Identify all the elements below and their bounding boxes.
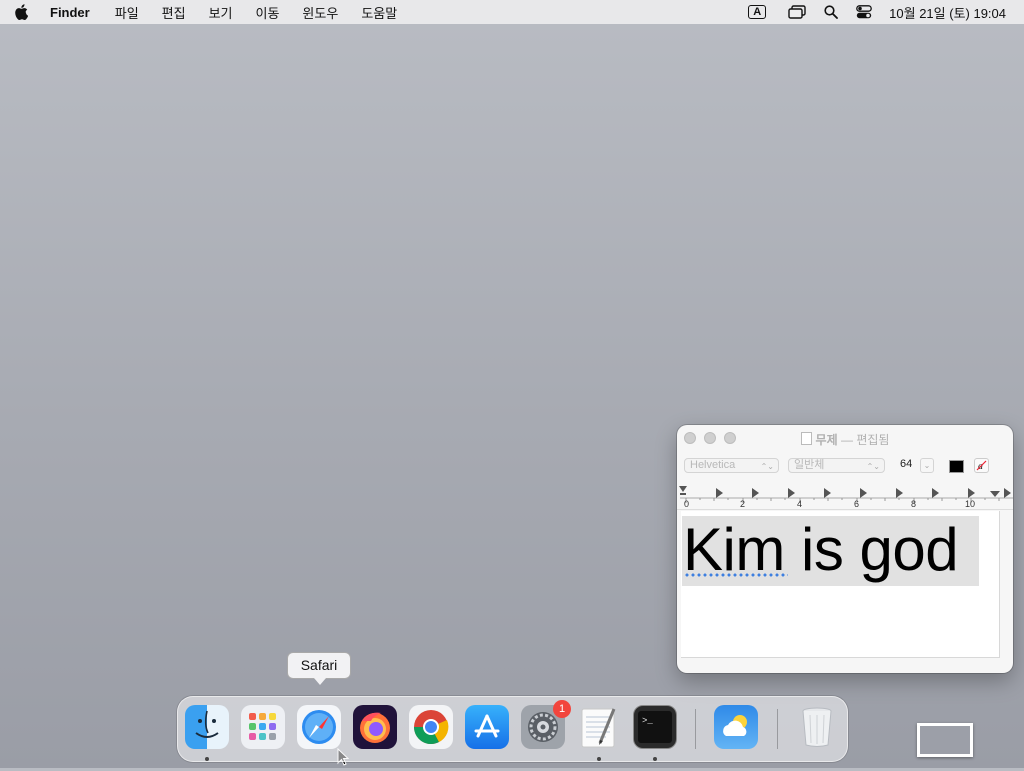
dock: 1 >_ bbox=[177, 696, 848, 762]
menu-file[interactable]: 파일 bbox=[115, 3, 139, 22]
dock-safari-icon[interactable] bbox=[297, 705, 341, 749]
running-indicator bbox=[653, 757, 657, 761]
dock-separator bbox=[777, 709, 778, 749]
ruler-label: 10 bbox=[965, 499, 976, 509]
textedit-window: 무제 — 편집됨 Helvetica⌃⌄ 일반체⌃⌄ 64 ⌄ a bbox=[677, 425, 1013, 673]
dock-trash-icon[interactable] bbox=[795, 705, 839, 749]
ruler-label: 4 bbox=[797, 499, 803, 509]
document-icon bbox=[800, 432, 812, 445]
running-indicator bbox=[205, 757, 209, 761]
dock-finder-icon[interactable] bbox=[185, 705, 229, 749]
ruler-label: 6 bbox=[854, 499, 860, 509]
ruler[interactable]: 0 2 4 6 8 10 bbox=[677, 479, 1013, 510]
window-title: 무제 — 편집됨 bbox=[677, 431, 1013, 448]
svg-text:>_: >_ bbox=[642, 716, 653, 726]
spotlight-search-icon[interactable] bbox=[824, 0, 839, 24]
dock-separator bbox=[695, 709, 696, 749]
screenshot-thumbnail[interactable] bbox=[917, 723, 973, 757]
spelling-underline bbox=[684, 573, 788, 577]
dock-textedit-icon[interactable] bbox=[577, 705, 621, 749]
dock-weather-icon[interactable] bbox=[714, 705, 758, 749]
background-color-button[interactable]: a bbox=[974, 458, 989, 473]
menu-edit[interactable]: 편집 bbox=[162, 3, 186, 22]
screen-mirroring-icon[interactable] bbox=[788, 0, 806, 24]
dock-chrome-icon[interactable] bbox=[409, 705, 453, 749]
menu-bar: Finder 파일 편집 보기 이동 윈도우 도움말 A 10월 21일 (토)… bbox=[0, 0, 1024, 24]
font-size-dropdown-icon[interactable]: ⌄ bbox=[920, 458, 934, 473]
apple-menu-icon[interactable] bbox=[14, 4, 28, 20]
dock-app-store-icon[interactable] bbox=[465, 705, 509, 749]
ruler-label: 2 bbox=[740, 499, 746, 509]
font-size-field[interactable]: 64 bbox=[900, 458, 912, 470]
document-text[interactable]: Kim is god bbox=[683, 511, 959, 589]
dock-terminal-icon[interactable]: >_ bbox=[633, 705, 677, 749]
menu-clock[interactable]: 10월 21일 (토) 19:04 bbox=[889, 3, 1006, 22]
dock-tooltip: Safari bbox=[287, 652, 351, 685]
menu-help[interactable]: 도움말 bbox=[361, 3, 397, 22]
dock-firefox-icon[interactable] bbox=[353, 705, 397, 749]
ruler-label: 0 bbox=[684, 499, 690, 509]
menu-app-name[interactable]: Finder bbox=[50, 5, 90, 20]
stepper-chevron-icon: ⌃⌄ bbox=[866, 462, 880, 471]
font-family-select[interactable]: Helvetica ⌃⌄ bbox=[684, 458, 779, 473]
menu-go[interactable]: 이동 bbox=[256, 3, 280, 22]
menu-window[interactable]: 윈도우 bbox=[302, 3, 338, 22]
running-indicator bbox=[597, 757, 601, 761]
dock-launchpad-icon[interactable] bbox=[241, 705, 285, 749]
ruler-label: 8 bbox=[911, 499, 917, 509]
window-titlebar[interactable]: 무제 — 편집됨 bbox=[677, 425, 1013, 451]
input-source-icon[interactable]: A bbox=[748, 5, 767, 19]
stepper-chevron-icon: ⌃⌄ bbox=[760, 462, 774, 471]
font-style-select[interactable]: 일반체 ⌃⌄ bbox=[788, 458, 885, 473]
menu-view[interactable]: 보기 bbox=[209, 3, 233, 22]
thumbnail-preview bbox=[920, 726, 970, 754]
text-color-swatch[interactable] bbox=[949, 460, 964, 473]
format-toolbar: Helvetica⌃⌄ 일반체⌃⌄ 64 ⌄ a bbox=[677, 451, 1013, 479]
notification-badge: 1 bbox=[553, 700, 571, 718]
document-text-area[interactable]: Kim is god bbox=[681, 511, 1000, 658]
control-center-icon[interactable] bbox=[856, 0, 873, 24]
